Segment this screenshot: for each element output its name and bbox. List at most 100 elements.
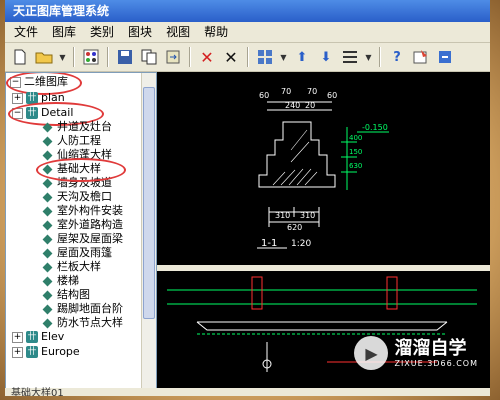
close-icon[interactable]: ✕ [220, 46, 242, 68]
tree-item[interactable]: 屋架及屋面梁 [42, 232, 123, 246]
tree-item-label: 屋架及屋面梁 [57, 232, 123, 245]
dimension-label: 60 [259, 91, 269, 100]
delete-icon[interactable]: ✕ [196, 46, 218, 68]
tree-item-label: 室外道路构造 [57, 218, 123, 231]
tree-node-label: Elev [41, 330, 65, 343]
expand-icon[interactable]: + [12, 92, 23, 104]
block-category-icon [42, 220, 53, 231]
new-file-icon[interactable] [9, 46, 31, 68]
open-folder-icon[interactable] [33, 46, 55, 68]
hatch-line [288, 168, 304, 186]
grid-icon[interactable] [80, 46, 102, 68]
dropdown-arrow-icon[interactable]: ▼ [278, 46, 289, 68]
menu-file[interactable]: 文件 [7, 22, 45, 42]
library-tree: − 二维图库 + 卄 plan − 卄 Detail 井道及灶台 人防工程 仙缩蓬大… [5, 72, 157, 390]
dimension-label: 60 [327, 91, 337, 100]
app-window: 天正图库管理系统 文件 图库 类别 图块 视图 帮助 ▼ ✕ ✕ ▼ ⬆ ⬇ ▼… [5, 0, 490, 396]
toolbar: ▼ ✕ ✕ ▼ ⬆ ⬇ ▼ ? [5, 43, 490, 72]
block-category-icon [42, 234, 53, 245]
window-title: 天正图库管理系统 [13, 4, 110, 18]
list-icon[interactable] [339, 46, 361, 68]
watermark-title: 溜溜自学 [394, 337, 467, 359]
slab-profile [196, 321, 448, 331]
save-icon[interactable] [114, 46, 136, 68]
block-category-icon [42, 248, 53, 259]
menu-help[interactable]: 帮助 [197, 22, 235, 42]
menu-block[interactable]: 图块 [121, 22, 159, 42]
dimension-label: 310 [275, 211, 290, 220]
tree-node-europe[interactable]: + 卄 Europe [12, 345, 80, 359]
tree-item-label: 屋面及雨篷 [57, 246, 112, 259]
tree-item[interactable]: 楼梯 [42, 274, 79, 288]
selected-highlight-ellipse [36, 158, 126, 182]
block-category-icon [42, 122, 53, 133]
tree-scrollbar[interactable] [141, 73, 156, 389]
tree-item-label: 结构图 [57, 288, 90, 301]
status-bar: 基础大样01 [5, 388, 490, 396]
status-text: 基础大样01 [11, 388, 64, 396]
toolbar-separator [107, 47, 109, 67]
replace-icon[interactable] [162, 46, 184, 68]
toolbar-separator [73, 47, 75, 67]
tree-item-label: 人防工程 [57, 134, 101, 147]
hatch-line [296, 168, 312, 186]
view-mode-icon[interactable] [254, 46, 276, 68]
toolbar-separator [247, 47, 249, 67]
block-category-icon [42, 304, 53, 315]
main-content: − 二维图库 + 卄 plan − 卄 Detail 井道及灶台 人防工程 仙缩蓬大… [5, 72, 490, 390]
menu-view[interactable]: 视图 [159, 22, 197, 42]
tree-item-label: 栏板大样 [57, 260, 101, 273]
preview-divider[interactable] [157, 265, 490, 271]
tree-item[interactable]: 屋面及雨篷 [42, 246, 112, 260]
dropdown-arrow-icon[interactable]: ▼ [57, 46, 68, 68]
block-category-icon [42, 136, 53, 147]
tree-item[interactable]: 室外构件安装 [42, 204, 123, 218]
help-icon[interactable]: ? [386, 46, 408, 68]
section-label: 1-1 [261, 238, 277, 249]
watermark-logo-icon: ▶ [354, 336, 389, 370]
dimension-label: 240 [285, 101, 300, 110]
move-down-icon[interactable]: ⬇ [315, 46, 337, 68]
tree-item-label: 室外构件安装 [57, 204, 123, 217]
tree-item[interactable]: 井道及灶台 [42, 120, 112, 134]
tree-item[interactable]: 室外道路构造 [42, 218, 123, 232]
copy-icon[interactable] [138, 46, 160, 68]
dimension-label: 20 [305, 101, 315, 110]
title-bar: 天正图库管理系统 [5, 0, 490, 22]
dimension-label: 70 [281, 87, 291, 96]
menu-category[interactable]: 类别 [83, 22, 121, 42]
level-mark: -0.150 [362, 123, 388, 132]
dimension-label: 630 [349, 162, 362, 170]
dimension-label: 620 [287, 223, 302, 232]
tree-item[interactable]: 栏板大样 [42, 260, 101, 274]
expand-icon[interactable]: + [12, 331, 23, 343]
tree-item[interactable]: 结构图 [42, 288, 90, 302]
watermark: ▶ 溜溜自学 ZIXUE.3D66.COM [354, 336, 478, 370]
hatch-line [290, 141, 310, 163]
move-up-icon[interactable]: ⬆ [291, 46, 313, 68]
dropdown-arrow-icon[interactable]: ▼ [363, 46, 374, 68]
hatch-line [280, 169, 296, 186]
tree-item-label: 井道及灶台 [57, 120, 112, 133]
tree-node-elev[interactable]: + 卄 Elev [12, 330, 64, 344]
block-category-icon [42, 290, 53, 301]
tree-item[interactable]: 天沟及檐口 [42, 190, 112, 204]
toolbar-separator [189, 47, 191, 67]
watermark-text: 溜溜自学 ZIXUE.3D66.COM [394, 337, 478, 368]
tree-item-label: 楼梯 [57, 274, 79, 287]
tree-item[interactable]: 踢脚地面台阶 [42, 302, 123, 316]
settings-icon[interactable] [410, 46, 432, 68]
scrollbar-thumb[interactable] [143, 87, 155, 319]
tree-item[interactable]: 人防工程 [42, 134, 101, 148]
expand-icon[interactable]: + [12, 346, 23, 358]
library-folder-icon: 卄 [26, 331, 38, 343]
block-category-icon [42, 206, 53, 217]
drawing-preview[interactable]: 60 70 70 60 240 20 310 310 620 1-1 1:20 … [157, 72, 490, 390]
watermark-url: ZIXUE.3D66.COM [394, 358, 478, 368]
menu-library[interactable]: 图库 [45, 22, 83, 42]
tree-item[interactable]: 防水节点大样 [42, 316, 123, 330]
footing-outline [258, 121, 336, 188]
block-category-icon [42, 262, 53, 273]
toolbar-separator [379, 47, 381, 67]
exit-icon[interactable] [434, 46, 456, 68]
